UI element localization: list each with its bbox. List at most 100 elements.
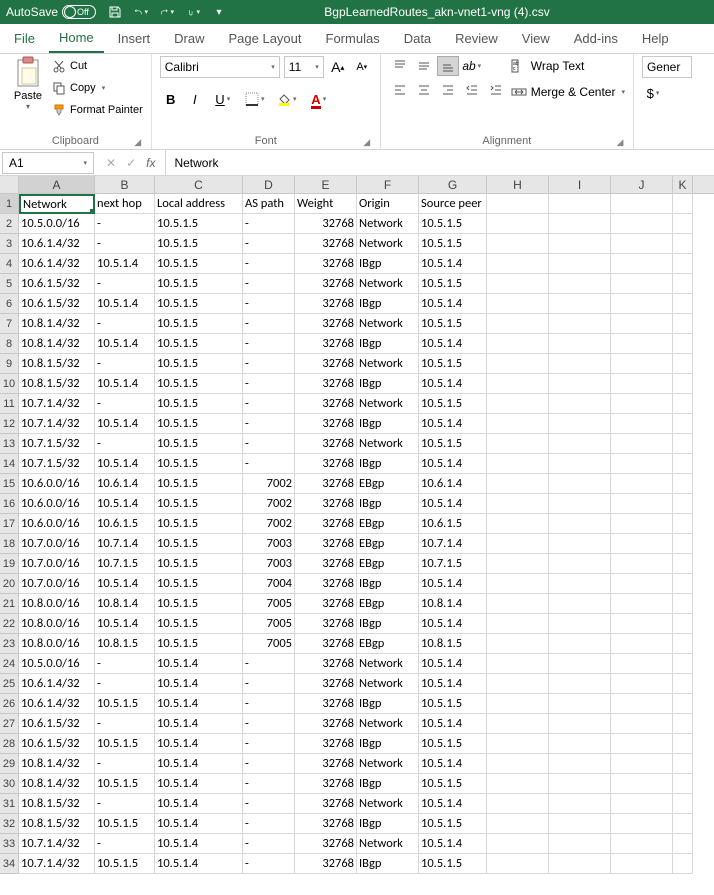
cell[interactable]: 10.5.1.4: [419, 714, 487, 734]
cell[interactable]: 10.5.1.4: [419, 674, 487, 694]
cell[interactable]: 7005: [243, 594, 295, 614]
cell[interactable]: [487, 254, 549, 274]
cell[interactable]: [549, 334, 611, 354]
cell[interactable]: [549, 574, 611, 594]
cell[interactable]: [611, 454, 673, 474]
cell[interactable]: -: [95, 434, 155, 454]
cell[interactable]: 32768: [295, 374, 357, 394]
row-header[interactable]: 4: [0, 254, 19, 274]
cell[interactable]: [549, 374, 611, 394]
cell[interactable]: [549, 314, 611, 334]
cell[interactable]: 7005: [243, 614, 295, 634]
row-header[interactable]: 1: [0, 194, 19, 214]
cell[interactable]: Network: [357, 654, 419, 674]
cell[interactable]: 10.5.1.5: [419, 314, 487, 334]
cell[interactable]: 32768: [295, 334, 357, 354]
cell[interactable]: [487, 834, 549, 854]
cell[interactable]: IBgp: [357, 254, 419, 274]
cell[interactable]: 10.5.1.4: [95, 494, 155, 514]
cell[interactable]: 10.5.1.4: [155, 854, 243, 874]
cell[interactable]: 10.5.1.4: [155, 834, 243, 854]
row-header[interactable]: 7: [0, 314, 19, 334]
cell[interactable]: -: [243, 714, 295, 734]
cell[interactable]: [673, 514, 693, 534]
row-header[interactable]: 26: [0, 694, 19, 714]
cell[interactable]: Network: [357, 834, 419, 854]
cell[interactable]: 32768: [295, 234, 357, 254]
row-header[interactable]: 6: [0, 294, 19, 314]
cell[interactable]: 10.5.1.5: [155, 334, 243, 354]
column-header-G[interactable]: G: [419, 176, 487, 193]
cell[interactable]: 10.6.0.0/16: [19, 474, 95, 494]
cell[interactable]: IBgp: [357, 454, 419, 474]
cell[interactable]: [487, 474, 549, 494]
cell[interactable]: [549, 834, 611, 854]
cell[interactable]: Weight: [295, 194, 357, 214]
cell[interactable]: 10.7.0.0/16: [19, 574, 95, 594]
cell[interactable]: 10.8.1.5: [95, 634, 155, 654]
cell[interactable]: 10.5.1.5: [419, 774, 487, 794]
cell[interactable]: 10.5.1.4: [95, 294, 155, 314]
cell[interactable]: [611, 394, 673, 414]
cell[interactable]: [673, 334, 693, 354]
cell[interactable]: [549, 214, 611, 234]
cell[interactable]: 10.6.0.0/16: [19, 514, 95, 534]
cell[interactable]: [549, 234, 611, 254]
formula-input[interactable]: Network: [165, 150, 714, 175]
number-format-select[interactable]: Gener: [642, 56, 692, 78]
cell[interactable]: EBgp: [357, 514, 419, 534]
cell[interactable]: -: [243, 294, 295, 314]
cell[interactable]: 10.5.1.5: [95, 814, 155, 834]
orientation-button[interactable]: ab▾: [461, 56, 483, 76]
cell[interactable]: [487, 734, 549, 754]
row-header[interactable]: 25: [0, 674, 19, 694]
cell[interactable]: 10.5.1.5: [155, 374, 243, 394]
dialog-launcher-icon[interactable]: ◢: [615, 137, 625, 147]
cell[interactable]: [487, 574, 549, 594]
cell[interactable]: [611, 274, 673, 294]
cell[interactable]: 10.5.1.5: [155, 634, 243, 654]
font-size-select[interactable]: 11▾: [284, 56, 324, 78]
cell[interactable]: 10.5.1.4: [419, 834, 487, 854]
cell[interactable]: 10.8.1.4/32: [19, 314, 95, 334]
cell[interactable]: 32768: [295, 614, 357, 634]
cell[interactable]: -: [95, 834, 155, 854]
cell[interactable]: [549, 694, 611, 714]
cell[interactable]: [611, 534, 673, 554]
cell[interactable]: 10.6.1.5/32: [19, 294, 95, 314]
column-header-F[interactable]: F: [357, 176, 419, 193]
row-header[interactable]: 18: [0, 534, 19, 554]
increase-indent-button[interactable]: [485, 80, 507, 100]
cell[interactable]: [673, 694, 693, 714]
cell[interactable]: [673, 414, 693, 434]
cell[interactable]: 7002: [243, 474, 295, 494]
cell[interactable]: EBgp: [357, 534, 419, 554]
cell[interactable]: 10.5.1.4: [155, 814, 243, 834]
row-header[interactable]: 24: [0, 654, 19, 674]
row-header[interactable]: 17: [0, 514, 19, 534]
align-left-button[interactable]: [389, 80, 411, 100]
cell[interactable]: EBgp: [357, 594, 419, 614]
row-header[interactable]: 3: [0, 234, 19, 254]
row-header[interactable]: 5: [0, 274, 19, 294]
tab-view[interactable]: View: [512, 25, 560, 52]
cell[interactable]: [611, 514, 673, 534]
cell[interactable]: -: [95, 754, 155, 774]
cell[interactable]: [487, 674, 549, 694]
cell[interactable]: 10.5.1.5: [419, 214, 487, 234]
cell[interactable]: [487, 434, 549, 454]
cell[interactable]: [487, 494, 549, 514]
cell[interactable]: [549, 854, 611, 874]
cell[interactable]: -: [243, 394, 295, 414]
row-header[interactable]: 10: [0, 374, 19, 394]
cell[interactable]: 10.5.1.5: [155, 314, 243, 334]
row-header[interactable]: 34: [0, 854, 19, 874]
cell[interactable]: 10.8.0.0/16: [19, 594, 95, 614]
cell[interactable]: 10.5.1.5: [155, 554, 243, 574]
row-header[interactable]: 9: [0, 354, 19, 374]
cell[interactable]: [673, 794, 693, 814]
cell[interactable]: [549, 674, 611, 694]
format-painter-button[interactable]: Format Painter: [52, 100, 143, 120]
cell[interactable]: [611, 854, 673, 874]
cell[interactable]: [673, 214, 693, 234]
